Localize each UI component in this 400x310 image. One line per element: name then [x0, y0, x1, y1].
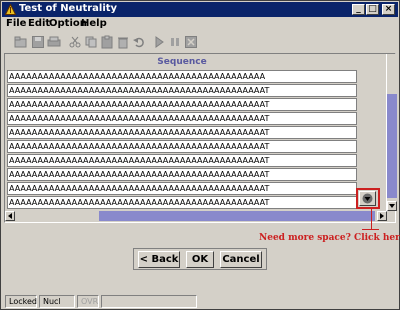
column-header-sequence[interactable]: Sequence	[7, 57, 357, 70]
callout-highlight-box	[356, 188, 380, 209]
scroll-left-button[interactable]	[5, 211, 15, 221]
sequence-table: Sequence AAAAAAAAAAAAAAAAAAAAAAAAAAAAAAA…	[4, 53, 396, 223]
status-bar: Locked Nucl OVR	[3, 295, 399, 309]
back-button[interactable]: < Back	[138, 251, 180, 268]
dialog-button-group: < Back OK Cancel	[133, 248, 267, 270]
vertical-scrollbar[interactable]	[386, 54, 397, 211]
chevron-down-icon	[389, 204, 395, 208]
title-bar[interactable]: Test of Neutrality _ □ ×	[2, 2, 398, 17]
vertical-scroll-thumb[interactable]	[387, 94, 397, 198]
scroll-down-button[interactable]	[387, 201, 397, 211]
table-row[interactable]: AAAAAAAAAAAAAAAAAAAAAAAAAAAAAAAAAAAAAAAA…	[7, 168, 357, 181]
horizontal-scroll-thumb[interactable]	[99, 211, 375, 221]
table-row[interactable]: AAAAAAAAAAAAAAAAAAAAAAAAAAAAAAAAAAAAAAAA…	[7, 98, 357, 111]
print-icon[interactable]	[47, 35, 61, 49]
open-icon[interactable]	[14, 35, 28, 49]
horizontal-scrollbar[interactable]	[5, 211, 387, 221]
status-locked: Locked	[5, 295, 37, 308]
maximize-icon: □	[368, 4, 377, 14]
app-window: Test of Neutrality _ □ × File Edit Optio…	[0, 0, 400, 310]
minimize-icon: _	[356, 4, 361, 14]
table-row[interactable]: AAAAAAAAAAAAAAAAAAAAAAAAAAAAAAAAAAAAAAAA…	[7, 126, 357, 139]
table-row[interactable]: AAAAAAAAAAAAAAAAAAAAAAAAAAAAAAAAAAAAAAAA…	[7, 84, 357, 97]
table-row[interactable]: AAAAAAAAAAAAAAAAAAAAAAAAAAAAAAAAAAAAAAAA…	[7, 70, 357, 83]
delete-icon[interactable]	[116, 35, 130, 49]
table-row[interactable]: AAAAAAAAAAAAAAAAAAAAAAAAAAAAAAAAAAAAAAAA…	[7, 154, 357, 167]
chevron-left-icon	[8, 213, 12, 219]
status-ovr: OVR	[77, 295, 99, 308]
close-button[interactable]: ×	[382, 4, 395, 15]
chevron-right-icon	[380, 213, 384, 219]
stop-icon[interactable]	[184, 35, 198, 49]
ok-button[interactable]: OK	[186, 251, 214, 268]
callout-connector	[371, 209, 372, 229]
callout-connector-base	[362, 229, 379, 230]
menu-file[interactable]: File	[6, 18, 26, 29]
table-row[interactable]: AAAAAAAAAAAAAAAAAAAAAAAAAAAAAAAAAAAAAAAA…	[7, 112, 357, 125]
cut-icon[interactable]	[68, 35, 82, 49]
close-icon: ×	[384, 4, 393, 14]
minimize-button[interactable]: _	[352, 4, 365, 15]
status-message	[101, 295, 197, 308]
table-row[interactable]: AAAAAAAAAAAAAAAAAAAAAAAAAAAAAAAAAAAAAAAA…	[7, 196, 357, 209]
play-icon[interactable]	[152, 35, 166, 49]
menu-help[interactable]: Help	[81, 18, 107, 29]
paste-icon[interactable]	[100, 35, 114, 49]
table-row[interactable]: AAAAAAAAAAAAAAAAAAAAAAAAAAAAAAAAAAAAAAAA…	[7, 140, 357, 153]
scroll-right-button[interactable]	[377, 211, 387, 221]
table-row[interactable]: AAAAAAAAAAAAAAAAAAAAAAAAAAAAAAAAAAAAAAAA…	[7, 182, 357, 195]
app-icon	[5, 4, 16, 15]
menu-bar: File Edit Option Help	[2, 17, 398, 31]
save-icon[interactable]	[31, 35, 45, 49]
callout-text: Need more space? Click here!	[259, 233, 400, 243]
cancel-button[interactable]: Cancel	[220, 251, 262, 268]
maximize-button[interactable]: □	[366, 4, 379, 15]
pause-icon[interactable]	[168, 35, 182, 49]
window-title: Test of Neutrality	[19, 3, 118, 14]
status-nucl: Nucl	[39, 295, 75, 308]
toolbar	[4, 32, 398, 52]
menu-edit[interactable]: Edit	[28, 18, 50, 29]
undo-icon[interactable]	[132, 35, 146, 49]
copy-icon[interactable]	[84, 35, 98, 49]
